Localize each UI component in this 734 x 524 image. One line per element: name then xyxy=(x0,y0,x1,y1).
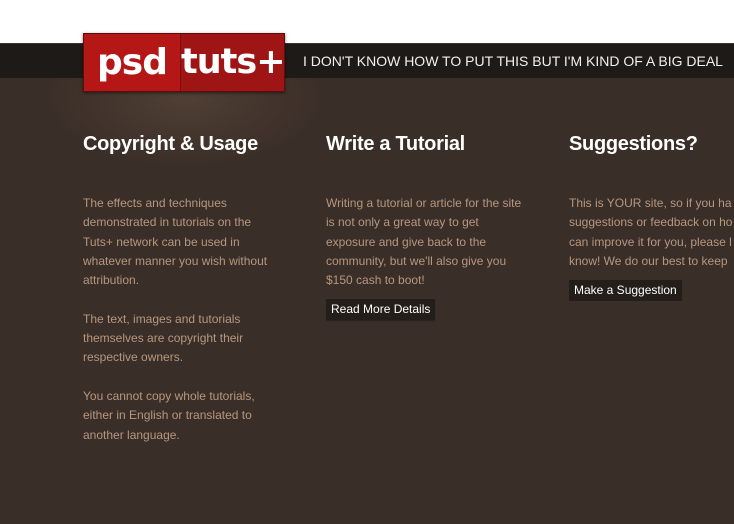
copyright-paragraph-1: The effects and techniques demonstrated … xyxy=(83,196,268,288)
logo-tuts-text: tuts+ xyxy=(181,42,286,82)
page: psd tuts+ I DON'T KNOW HOW TO PUT THIS B… xyxy=(0,0,734,524)
copyright-paragraph-3: You cannot copy whole tutorials, either … xyxy=(83,388,255,442)
suggestions-line-3: can improve it for you, please l xyxy=(569,234,732,249)
suggestions-line-2: suggestions or feedback on ho xyxy=(569,215,733,230)
read-more-details-button[interactable]: Read More Details xyxy=(326,299,436,321)
suggestions-line-4: know! We do our best to keep xyxy=(569,253,728,268)
logo-psd-text: psd xyxy=(84,34,180,91)
suggestions-line-1: This is YOUR site, so if you ha xyxy=(569,196,732,210)
write-tutorial-heading: Write a Tutorial xyxy=(326,133,465,155)
suggestions-column: Suggestions? This is YOUR site, so if yo… xyxy=(569,132,734,302)
write-tutorial-paragraph: Writing a tutorial or article for the si… xyxy=(326,196,522,288)
copyright-usage-heading: Copyright & Usage xyxy=(83,133,258,155)
site-tagline: I DON'T KNOW HOW TO PUT THIS BUT I'M KIN… xyxy=(303,53,723,69)
copyright-paragraph-2: The text, images and tutorials themselve… xyxy=(83,311,244,365)
suggestions-heading: Suggestions? xyxy=(569,133,698,155)
psdtuts-logo[interactable]: psd tuts+ xyxy=(83,33,286,92)
copyright-usage-column: Copyright & Usage The effects and techni… xyxy=(83,132,283,445)
write-tutorial-column: Write a Tutorial Writing a tutorial or a… xyxy=(326,132,526,321)
make-suggestion-button[interactable]: Make a Suggestion xyxy=(569,280,682,302)
